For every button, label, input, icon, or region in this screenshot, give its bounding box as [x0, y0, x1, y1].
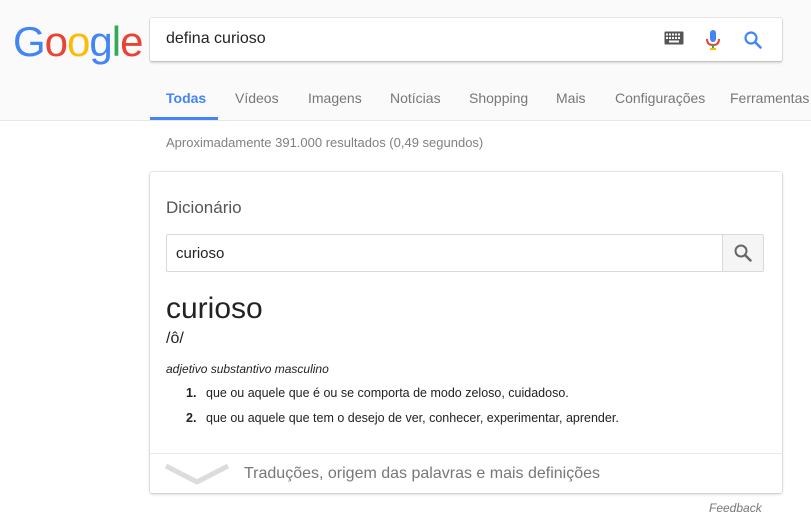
microphone-icon[interactable]: [705, 29, 721, 56]
definition-number: 2.: [186, 411, 197, 425]
tab-ferramentas[interactable]: Ferramentas: [730, 90, 809, 106]
tab-noticias[interactable]: Notícias: [390, 90, 441, 106]
search-input[interactable]: defina curioso: [166, 30, 266, 48]
google-logo[interactable]: Google: [13, 18, 143, 65]
definition-text: que ou aquele que tem o desejo de ver, c…: [206, 411, 619, 425]
tab-configuracoes[interactable]: Configurações: [615, 90, 705, 106]
feedback-link[interactable]: Feedback: [709, 501, 762, 515]
more-definitions-link[interactable]: Traduções, origem das palavras e mais de…: [150, 453, 782, 494]
logo-letter: l: [111, 18, 121, 65]
dictionary-search[interactable]: curioso: [166, 234, 764, 272]
header: Google defina curioso Todas Vídeos Image…: [0, 0, 811, 121]
tab-shopping[interactable]: Shopping: [469, 90, 528, 106]
search-icon[interactable]: [743, 30, 763, 55]
logo-letter: G: [13, 18, 46, 65]
card-title: Dicionário: [166, 198, 242, 217]
phonetic: /ô/: [166, 330, 184, 347]
search-box[interactable]: defina curioso: [150, 18, 782, 61]
results-stats: Aproximadamente 391.000 resultados (0,49…: [166, 135, 484, 150]
logo-letter: o: [67, 18, 90, 65]
tab-imagens[interactable]: Imagens: [308, 90, 362, 106]
logo-letter: e: [120, 18, 143, 65]
search-icon: [734, 244, 752, 262]
active-tab-indicator: [150, 117, 218, 120]
chevron-down-icon[interactable]: [164, 462, 230, 491]
dictionary-search-input[interactable]: curioso: [176, 245, 224, 262]
tab-videos[interactable]: Vídeos: [235, 90, 279, 106]
dictionary-card: Dicionário curioso curioso /ô/ adjetivo …: [150, 172, 782, 493]
more-definitions-label[interactable]: Traduções, origem das palavras e mais de…: [244, 465, 600, 483]
logo-letter: o: [44, 18, 68, 65]
dictionary-search-button[interactable]: [722, 235, 763, 271]
part-of-speech: adjetivo substantivo masculino: [166, 362, 329, 376]
tab-bar: Todas Vídeos Imagens Notícias Shopping M…: [0, 82, 811, 120]
definition-text: que ou aquele que é ou se comporta de mo…: [206, 386, 569, 400]
definition-number: 1.: [186, 386, 197, 400]
keyboard-icon[interactable]: [664, 31, 684, 50]
tab-mais[interactable]: Mais: [556, 90, 586, 106]
headword: curioso: [166, 292, 263, 325]
logo-letter: g: [89, 18, 112, 65]
tab-todas[interactable]: Todas: [166, 90, 206, 106]
